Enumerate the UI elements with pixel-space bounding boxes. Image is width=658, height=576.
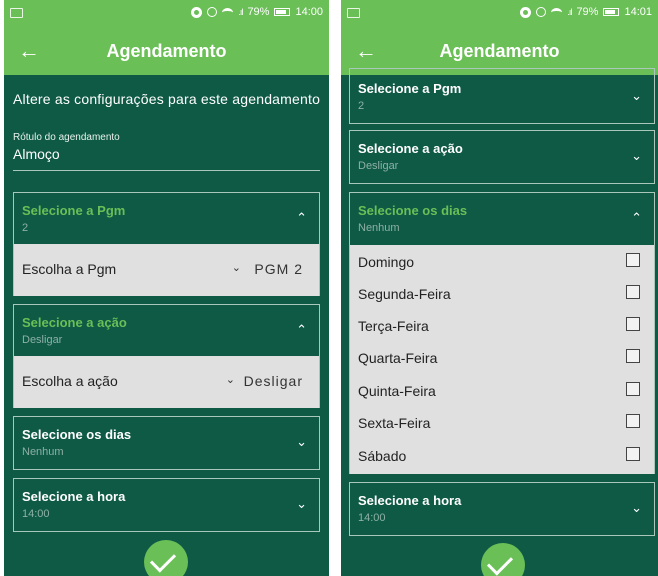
wifi-icon bbox=[551, 7, 563, 17]
chevron-down-icon[interactable]: ⌄ bbox=[631, 500, 642, 516]
sync-icon bbox=[520, 6, 532, 18]
days-list: Domingo Segunda-Feira Terça-Feira Quarta… bbox=[350, 245, 654, 474]
day-row-quarta[interactable]: Quarta-Feira bbox=[350, 342, 654, 374]
signal-icon: .ıl bbox=[567, 7, 572, 17]
signal-icon: .ıl bbox=[238, 7, 243, 17]
action-panel-title: Selecione a ação bbox=[358, 141, 463, 156]
status-icons: .ıl 79% 14:00 bbox=[191, 6, 323, 18]
confirm-button[interactable] bbox=[481, 543, 525, 576]
chevron-down-icon[interactable]: ⌄ bbox=[296, 434, 307, 450]
chevron-down-icon[interactable]: ⌄ bbox=[296, 496, 307, 512]
intro-text: Altere as configurações para este agenda… bbox=[13, 91, 321, 107]
schedule-label-caption: Rótulo do agendamento bbox=[13, 132, 120, 143]
days-panel-value: Nenhum bbox=[22, 446, 64, 458]
chevron-down-icon[interactable]: ⌄ bbox=[232, 261, 241, 274]
days-panel[interactable]: Selecione os dias Nenhum ⌃ Domingo Segun… bbox=[349, 192, 655, 474]
day-row-sexta[interactable]: Sexta-Feira bbox=[350, 407, 654, 439]
pgm-dropdown-row[interactable]: Escolha a Pgm ⌄ PGM 2 bbox=[14, 244, 319, 296]
status-bar: .ıl 79% 14:01 bbox=[341, 0, 658, 28]
app-bar: ← Agendamento bbox=[4, 28, 329, 75]
day-row-quinta[interactable]: Quinta-Feira bbox=[350, 375, 654, 407]
right-screen: .ıl 79% 14:01 ← Agendamento Selecione a … bbox=[341, 0, 658, 576]
time-panel-value: 14:00 bbox=[358, 512, 386, 524]
clock: 14:00 bbox=[295, 6, 323, 18]
confirm-button[interactable] bbox=[144, 540, 188, 576]
alarm-icon bbox=[207, 7, 218, 17]
days-panel[interactable]: Selecione os dias Nenhum ⌄ bbox=[13, 416, 320, 470]
day-checkbox[interactable] bbox=[626, 285, 640, 299]
pgm-dropdown-label: Escolha a Pgm bbox=[22, 261, 117, 277]
left-screen: .ıl 79% 14:00 ← Agendamento Altere as co… bbox=[4, 0, 329, 576]
check-icon bbox=[486, 549, 514, 576]
pgm-panel-title: Selecione a Pgm bbox=[358, 81, 462, 96]
day-checkbox[interactable] bbox=[626, 253, 640, 267]
pgm-panel-value: 2 bbox=[358, 100, 365, 112]
day-label: Sexta-Feira bbox=[358, 415, 431, 431]
time-panel-title: Selecione a hora bbox=[358, 493, 462, 508]
day-checkbox[interactable] bbox=[626, 447, 640, 461]
day-label: Domingo bbox=[358, 254, 415, 270]
pgm-panel-value: 2 bbox=[22, 222, 29, 234]
day-row-terca[interactable]: Terça-Feira bbox=[350, 310, 654, 342]
gallery-icon bbox=[10, 8, 23, 18]
chevron-up-icon[interactable]: ⌃ bbox=[296, 210, 307, 226]
time-panel-title: Selecione a hora bbox=[22, 489, 126, 504]
battery-icon bbox=[274, 8, 291, 16]
day-label: Terça-Feira bbox=[358, 318, 429, 334]
day-checkbox[interactable] bbox=[626, 317, 640, 331]
battery-percent: 79% bbox=[247, 6, 270, 18]
check-icon bbox=[149, 546, 177, 573]
chevron-down-icon[interactable]: ⌄ bbox=[631, 148, 642, 164]
chevron-down-icon[interactable]: ⌄ bbox=[226, 373, 235, 386]
wifi-icon bbox=[222, 7, 234, 17]
chevron-down-icon[interactable]: ⌄ bbox=[631, 88, 642, 104]
day-label: Quarta-Feira bbox=[358, 350, 438, 366]
chevron-up-icon[interactable]: ⌃ bbox=[296, 322, 307, 338]
schedule-label-input[interactable]: Almoço bbox=[13, 146, 320, 171]
page-title: Agendamento bbox=[106, 41, 227, 61]
status-icons: .ıl 79% 14:01 bbox=[520, 6, 652, 18]
action-panel-value: Desligar bbox=[358, 160, 399, 172]
days-panel-value: Nenhum bbox=[358, 222, 400, 234]
day-label: Quinta-Feira bbox=[358, 383, 436, 399]
day-checkbox[interactable] bbox=[626, 349, 640, 363]
day-checkbox[interactable] bbox=[626, 382, 640, 396]
day-row-sabado[interactable]: Sábado bbox=[350, 440, 654, 472]
action-panel-title: Selecione a ação bbox=[22, 315, 127, 330]
time-panel[interactable]: Selecione a hora 14:00 ⌄ bbox=[349, 482, 655, 536]
action-dropdown-value[interactable]: Desligar bbox=[244, 373, 303, 389]
clock: 14:01 bbox=[624, 6, 652, 18]
action-panel[interactable]: Selecione a ação Desligar ⌃ Escolha a aç… bbox=[13, 304, 320, 408]
days-panel-title: Selecione os dias bbox=[358, 203, 468, 218]
time-panel-value: 14:00 bbox=[22, 508, 50, 520]
battery-icon bbox=[603, 8, 620, 16]
action-panel-value: Desligar bbox=[22, 334, 63, 346]
alarm-icon bbox=[536, 7, 547, 17]
battery-percent: 79% bbox=[576, 6, 599, 18]
pgm-dropdown-value[interactable]: PGM 2 bbox=[254, 261, 303, 277]
chevron-up-icon[interactable]: ⌃ bbox=[631, 210, 642, 226]
action-dropdown-label: Escolha a ação bbox=[22, 373, 118, 389]
day-label: Segunda-Feira bbox=[358, 286, 451, 302]
pgm-panel-title: Selecione a Pgm bbox=[22, 203, 126, 218]
day-row-domingo[interactable]: Domingo bbox=[350, 246, 654, 278]
pgm-panel[interactable]: Selecione a Pgm 2 ⌃ Escolha a Pgm ⌄ PGM … bbox=[13, 192, 320, 296]
page-title: Agendamento bbox=[439, 41, 560, 61]
day-row-segunda[interactable]: Segunda-Feira bbox=[350, 278, 654, 310]
status-bar: .ıl 79% 14:00 bbox=[4, 0, 329, 28]
day-label: Sábado bbox=[358, 448, 407, 464]
gallery-icon bbox=[347, 8, 360, 18]
days-panel-title: Selecione os dias bbox=[22, 427, 132, 442]
sync-icon bbox=[191, 6, 203, 18]
action-panel[interactable]: Selecione a ação Desligar ⌄ bbox=[349, 130, 655, 184]
time-panel[interactable]: Selecione a hora 14:00 ⌄ bbox=[13, 478, 320, 532]
action-dropdown-row[interactable]: Escolha a ação ⌄ Desligar bbox=[14, 356, 319, 408]
day-checkbox[interactable] bbox=[626, 414, 640, 428]
pgm-panel[interactable]: Selecione a Pgm 2 ⌄ bbox=[349, 68, 655, 124]
